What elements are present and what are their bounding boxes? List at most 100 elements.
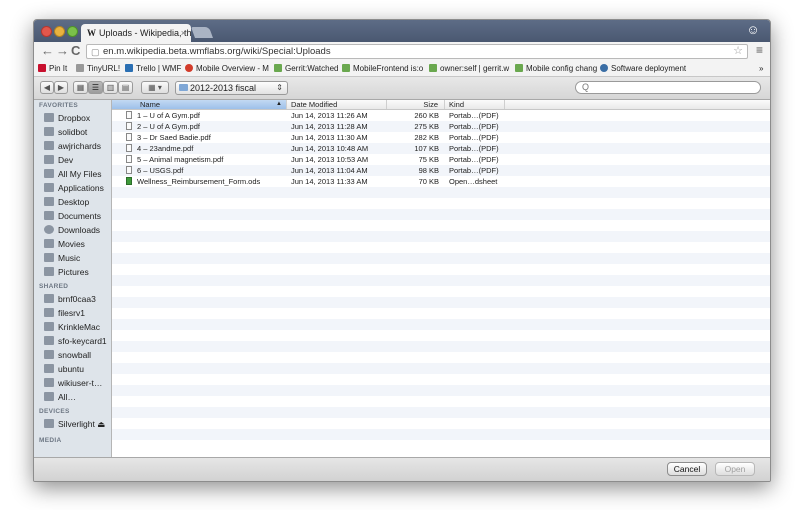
address-bar[interactable]: ▢ en.m.wikipedia.beta.wmflabs.org/wiki/S…: [86, 44, 748, 59]
file-date-cell: Jun 14, 2013 11:33 AM: [291, 177, 368, 186]
downloads-icon: [44, 225, 54, 234]
reload-icon[interactable]: C: [71, 43, 80, 59]
sidebar-item-krinklemac[interactable]: KrinkleMac: [44, 321, 100, 333]
file-date-cell: Jun 14, 2013 10:53 AM: [291, 155, 369, 164]
pin-icon: [38, 64, 46, 72]
bookmark-owner-self[interactable]: owner:self | gerrit.w: [429, 61, 509, 76]
sidebar-item-applications[interactable]: Applications: [44, 182, 104, 194]
drive-icon: [44, 127, 54, 136]
empty-row: [112, 407, 770, 418]
sidebar-item-all-shared[interactable]: All…: [44, 391, 76, 403]
pdf-file-icon: [126, 111, 132, 119]
file-row[interactable]: 5 – Animal magnetism.pdf Jun 14, 2013 10:…: [112, 154, 770, 165]
empty-row: [112, 319, 770, 330]
bookmark-star-icon[interactable]: ☆: [733, 45, 743, 58]
open-button[interactable]: Open: [715, 462, 755, 476]
file-row[interactable]: 4 – 23andme.pdf Jun 14, 2013 10:48 AM 107 …: [112, 143, 770, 154]
file-row[interactable]: 2 – U of A Gym.pdf Jun 14, 2013 11:28 AM 2…: [112, 121, 770, 132]
window-zoom-button[interactable]: [67, 26, 78, 37]
empty-row: [112, 220, 770, 231]
column-view-button[interactable]: ▥: [103, 81, 118, 94]
file-date-cell: Jun 14, 2013 11:28 AM: [291, 122, 368, 131]
sidebar-item-brnf0caa3[interactable]: brnf0caa3: [44, 293, 96, 305]
profile-avatar-icon[interactable]: ☺: [742, 22, 764, 40]
file-row[interactable]: Wellness_Reimbursement_Form.ods Jun 14, 2…: [112, 176, 770, 187]
sidebar-item-all-my-files[interactable]: All My Files: [44, 168, 101, 180]
file-row[interactable]: 1 – U of A Gym.pdf Jun 14, 2013 11:26 AM 2…: [112, 110, 770, 121]
list-view-button[interactable]: ☰: [88, 81, 103, 94]
page-icon: ▢: [91, 47, 100, 57]
arrange-menu-button[interactable]: ▦ ▾: [141, 81, 169, 94]
sidebar-item-pictures[interactable]: Pictures: [44, 266, 89, 278]
empty-row: [112, 352, 770, 363]
tab-close-icon[interactable]: ×: [181, 24, 186, 42]
mobile-overview-icon: [185, 64, 193, 72]
menu-icon[interactable]: ≡: [756, 43, 763, 57]
column-header-size[interactable]: Size: [387, 100, 445, 109]
empty-row: [112, 330, 770, 341]
bookmark-trello[interactable]: Trello | WMF: [125, 61, 181, 76]
file-size-cell: 70 KB: [418, 177, 439, 186]
column-header-name[interactable]: Name ▲: [112, 100, 287, 109]
bookmark-software-deployment[interactable]: Software deployment: [600, 61, 686, 76]
window-minimize-button[interactable]: [54, 26, 65, 37]
sidebar-item-filesrv1[interactable]: filesrv1: [44, 307, 85, 319]
pdf-file-icon: [126, 155, 132, 163]
forward-chevron-icon[interactable]: ▶: [54, 81, 68, 94]
sidebar-item-dev[interactable]: Dev: [44, 154, 73, 166]
cover-flow-button[interactable]: ▤: [118, 81, 133, 94]
empty-row: [112, 242, 770, 253]
disk-icon: [44, 419, 54, 428]
file-row[interactable]: 3 – Dr Saed Badie.pdf Jun 14, 2013 11:30 …: [112, 132, 770, 143]
bookmark-mobile-overview[interactable]: Mobile Overview - M: [185, 61, 269, 76]
cancel-button[interactable]: Cancel: [667, 462, 707, 476]
new-tab-button[interactable]: [190, 27, 214, 38]
sidebar-item-desktop[interactable]: Desktop: [44, 196, 89, 208]
sidebar-item-dropbox[interactable]: Dropbox: [44, 112, 90, 124]
back-chevron-icon[interactable]: ◀: [40, 81, 54, 94]
folder-popup[interactable]: 2012-2013 fiscal ⇕: [175, 81, 288, 95]
file-kind-cell: Portab…(PDF): [449, 133, 499, 142]
file-row[interactable]: 6 – USGS.pdf Jun 14, 2013 11:04 AM 98 KB Po…: [112, 165, 770, 176]
window-close-button[interactable]: [41, 26, 52, 37]
empty-row: [112, 264, 770, 275]
file-date-cell: Jun 14, 2013 11:30 AM: [291, 133, 368, 142]
sidebar-item-documents[interactable]: Documents: [44, 210, 101, 222]
column-header-kind[interactable]: Kind: [445, 100, 505, 109]
sidebar-item-music[interactable]: Music: [44, 252, 80, 264]
bookmark-tinyurl[interactable]: TinyURL!: [76, 61, 120, 76]
icon-view-button[interactable]: ▦: [73, 81, 88, 94]
file-kind-cell: Portab…(PDF): [449, 144, 499, 153]
trello-icon: [125, 64, 133, 72]
sidebar-item-snowball[interactable]: snowball: [44, 349, 91, 361]
bookmarks-overflow[interactable]: »: [759, 61, 763, 76]
sort-ascending-icon: ▲: [276, 101, 282, 107]
dialog-button-bar: Cancel Open: [34, 457, 770, 481]
bookmark-pin-it[interactable]: Pin It: [38, 61, 67, 76]
sidebar-item-movies[interactable]: Movies: [44, 238, 85, 250]
back-arrow-icon[interactable]: ←: [41, 43, 54, 59]
bookmark-mobile-config[interactable]: Mobile config chang: [515, 61, 597, 76]
file-date-cell: Jun 14, 2013 11:04 AM: [291, 166, 368, 175]
empty-row: [112, 429, 770, 440]
file-size-cell: 75 KB: [418, 155, 439, 164]
file-name-cell: Wellness_Reimbursement_Form.ods: [126, 176, 286, 187]
sidebar-item-wikiuser[interactable]: wikiuser-t…: [44, 377, 102, 389]
sidebar-item-awjrichards[interactable]: awjrichards: [44, 140, 101, 152]
empty-row: [112, 198, 770, 209]
sidebar-item-sfo-keycard1[interactable]: sfo-keycard1: [44, 335, 107, 347]
search-field[interactable]: Q: [575, 81, 761, 94]
file-name-cell: 5 – Animal magnetism.pdf: [126, 154, 286, 165]
sidebar-item-silverlight[interactable]: Silverlight ⏏: [44, 418, 105, 430]
sidebar-item-solidbot[interactable]: solidbot: [44, 126, 87, 138]
sidebar-item-downloads[interactable]: Downloads: [44, 224, 100, 236]
tab-uploads[interactable]: WUploads - Wikipedia, the f ×: [81, 24, 191, 42]
column-header-date[interactable]: Date Modified: [287, 100, 387, 109]
empty-row: [112, 308, 770, 319]
bookmark-mobilefrontend[interactable]: MobileFrontend is:o: [342, 61, 423, 76]
sidebar-item-ubuntu[interactable]: ubuntu: [44, 363, 84, 375]
empty-row: [112, 187, 770, 198]
bookmark-gerrit-watched[interactable]: Gerrit:Watched: [274, 61, 339, 76]
forward-arrow-icon[interactable]: →: [56, 43, 69, 59]
empty-row: [112, 253, 770, 264]
